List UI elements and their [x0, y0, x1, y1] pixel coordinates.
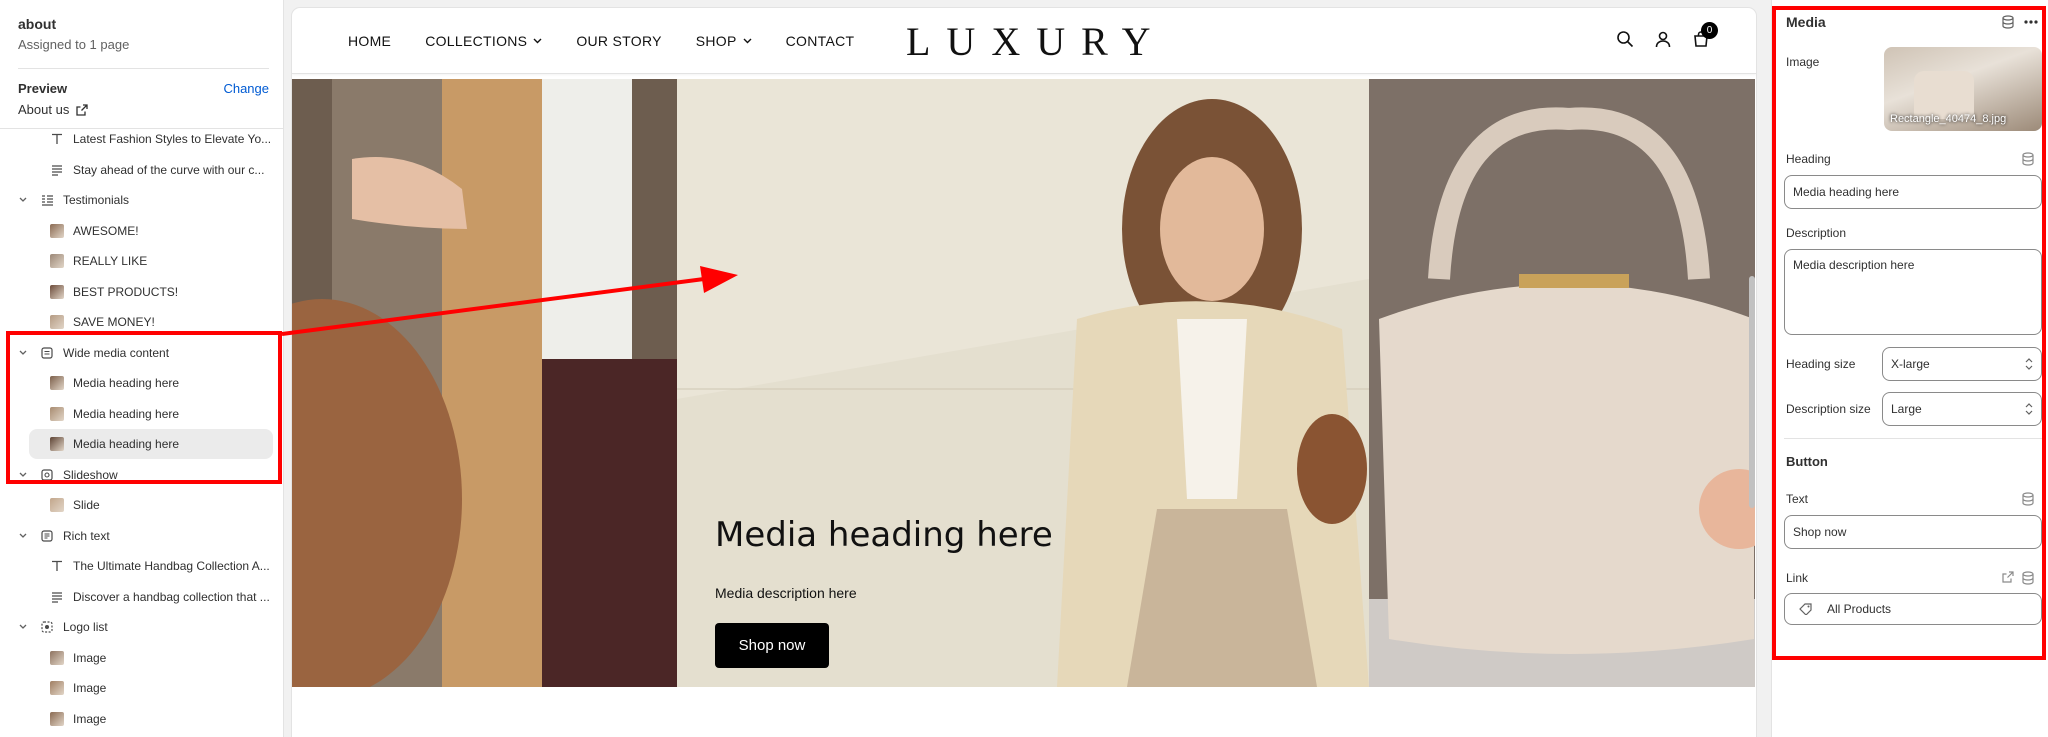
annotation-arrow [281, 266, 738, 336]
